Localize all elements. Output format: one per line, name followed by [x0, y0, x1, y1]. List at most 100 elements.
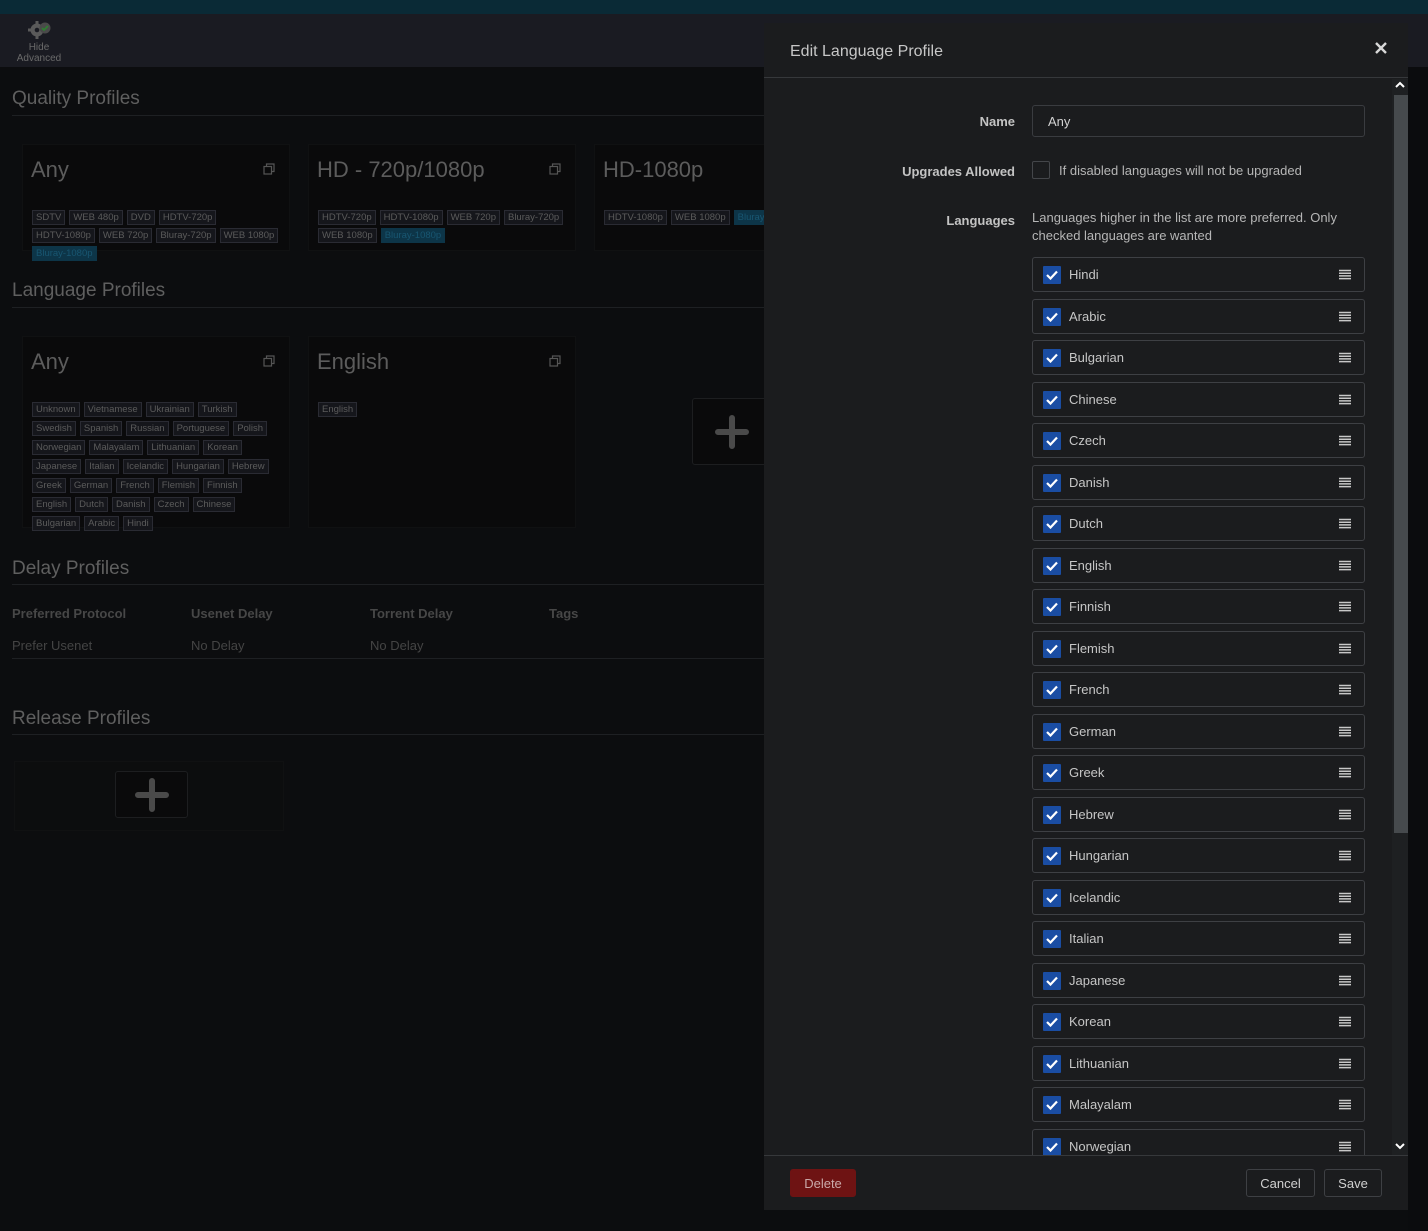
clone-icon[interactable]: [263, 355, 275, 367]
language-item[interactable]: Flemish: [1032, 630, 1365, 666]
language-item[interactable]: Japanese: [1032, 962, 1365, 998]
language-item[interactable]: Finnish: [1032, 589, 1365, 624]
language-item[interactable]: English: [1032, 547, 1365, 583]
drag-handle-icon[interactable]: [1339, 933, 1351, 944]
language-item[interactable]: Bulgarian: [1032, 340, 1365, 375]
language-item[interactable]: Chinese: [1032, 381, 1365, 417]
add-language-profile-button[interactable]: [692, 398, 772, 465]
clone-icon[interactable]: [549, 163, 561, 175]
close-icon[interactable]: [1374, 41, 1388, 55]
language-checkbox[interactable]: [1043, 598, 1061, 616]
drag-handle-icon[interactable]: [1339, 643, 1351, 654]
language-checkbox[interactable]: [1043, 930, 1061, 948]
tag: Unknown: [32, 402, 80, 417]
quality-profile-card-hd-720-1080[interactable]: HD - 720p/1080p HDTV-720p HDTV-1080p WEB 7…: [308, 144, 576, 251]
drag-handle-icon[interactable]: [1339, 1058, 1351, 1069]
language-checkbox[interactable]: [1043, 349, 1061, 367]
modal-scrollbar[interactable]: [1392, 79, 1408, 1155]
drag-handle-icon[interactable]: [1339, 394, 1351, 405]
drag-handle-icon[interactable]: [1339, 892, 1351, 903]
language-item[interactable]: Hungarian: [1032, 838, 1365, 873]
drag-handle-icon[interactable]: [1339, 809, 1351, 820]
language-checkbox[interactable]: [1043, 1054, 1061, 1073]
language-checkbox[interactable]: [1043, 764, 1061, 782]
languages-label: Languages: [946, 213, 1015, 228]
cancel-button[interactable]: Cancel: [1246, 1169, 1315, 1197]
language-item[interactable]: Lithuanian: [1032, 1045, 1365, 1081]
language-profile-card-english[interactable]: English English: [308, 336, 576, 528]
upgrades-allowed-checkbox[interactable]: [1032, 161, 1050, 179]
checkmark-icon: [1046, 312, 1058, 322]
language-checkbox[interactable]: [1043, 1137, 1061, 1155]
language-item[interactable]: Icelandic: [1032, 879, 1365, 915]
language-item[interactable]: Malayalam: [1032, 1087, 1365, 1122]
drag-handle-icon[interactable]: [1339, 601, 1351, 612]
drag-handle-icon[interactable]: [1339, 1016, 1351, 1027]
checkmark-icon: [1046, 768, 1058, 778]
drag-handle-icon[interactable]: [1339, 684, 1351, 695]
language-name: Bulgarian: [1069, 350, 1124, 365]
drag-handle-icon[interactable]: [1339, 1099, 1351, 1110]
language-item[interactable]: Greek: [1032, 755, 1365, 790]
clone-icon[interactable]: [263, 163, 275, 175]
language-item[interactable]: Dutch: [1032, 506, 1365, 541]
add-release-profile-button[interactable]: [115, 771, 188, 818]
language-item[interactable]: Czech: [1032, 423, 1365, 458]
modal-body: Name Upgrades Allowed If disabled langua…: [764, 79, 1408, 1155]
name-input[interactable]: [1032, 105, 1365, 137]
scroll-up-icon[interactable]: [1395, 81, 1405, 89]
language-checkbox[interactable]: [1043, 1013, 1061, 1031]
language-checkbox[interactable]: [1043, 390, 1061, 409]
drag-handle-icon[interactable]: [1339, 352, 1351, 363]
tag: WEB 720p: [446, 210, 500, 225]
language-checkbox[interactable]: [1043, 515, 1061, 533]
drag-handle-icon[interactable]: [1339, 726, 1351, 737]
scroll-down-icon[interactable]: [1395, 1142, 1405, 1150]
quality-profile-card-any[interactable]: Any SDTV WEB 480p DVD HDTV-720p HDTV-1080p WE…: [22, 144, 290, 261]
language-name: Icelandic: [1069, 889, 1121, 905]
divider: [12, 584, 772, 585]
divider: [12, 307, 772, 308]
language-checkbox[interactable]: [1043, 1096, 1061, 1114]
language-item[interactable]: French: [1032, 672, 1365, 707]
drag-handle-icon[interactable]: [1339, 477, 1351, 488]
delete-button[interactable]: Delete: [790, 1169, 856, 1197]
drag-handle-icon[interactable]: [1339, 435, 1351, 446]
language-checkbox[interactable]: [1043, 556, 1061, 575]
drag-handle-icon[interactable]: [1339, 518, 1351, 529]
drag-handle-icon[interactable]: [1339, 269, 1351, 280]
language-item[interactable]: Korean: [1032, 1004, 1365, 1039]
language-checkbox[interactable]: [1043, 847, 1061, 865]
language-checkbox[interactable]: [1043, 639, 1061, 658]
language-checkbox[interactable]: [1043, 266, 1061, 284]
language-checkbox[interactable]: [1043, 971, 1061, 990]
language-item[interactable]: Arabic: [1032, 298, 1365, 334]
tag: Turkish: [197, 402, 237, 417]
drag-handle-icon[interactable]: [1339, 850, 1351, 861]
drag-handle-icon[interactable]: [1339, 975, 1351, 986]
language-checkbox[interactable]: [1043, 722, 1061, 741]
language-item[interactable]: German: [1032, 713, 1365, 749]
language-item[interactable]: Hindi: [1032, 257, 1365, 292]
language-item[interactable]: Norwegian: [1032, 1128, 1365, 1155]
language-checkbox[interactable]: [1043, 681, 1061, 699]
tag: WEB 1080p: [318, 228, 377, 243]
drag-handle-icon[interactable]: [1339, 311, 1351, 322]
clone-icon[interactable]: [549, 355, 561, 367]
hide-advanced-button[interactable]: Hide Advanced: [10, 20, 68, 64]
language-profile-card-any[interactable]: Any Unknown Vietnamese Ukrainian Turkish Swe…: [22, 336, 290, 531]
save-button[interactable]: Save: [1324, 1169, 1382, 1197]
drag-handle-icon[interactable]: [1339, 1141, 1351, 1152]
language-checkbox[interactable]: [1043, 473, 1061, 492]
modal-footer: Delete Cancel Save: [764, 1155, 1408, 1210]
language-checkbox[interactable]: [1043, 805, 1061, 824]
language-checkbox[interactable]: [1043, 307, 1061, 326]
language-checkbox[interactable]: [1043, 888, 1061, 907]
drag-handle-icon[interactable]: [1339, 767, 1351, 778]
language-item[interactable]: Italian: [1032, 921, 1365, 956]
drag-handle-icon[interactable]: [1339, 560, 1351, 571]
scrollbar-thumb[interactable]: [1394, 95, 1408, 833]
language-checkbox[interactable]: [1043, 432, 1061, 450]
language-item[interactable]: Danish: [1032, 464, 1365, 500]
language-item[interactable]: Hebrew: [1032, 796, 1365, 832]
